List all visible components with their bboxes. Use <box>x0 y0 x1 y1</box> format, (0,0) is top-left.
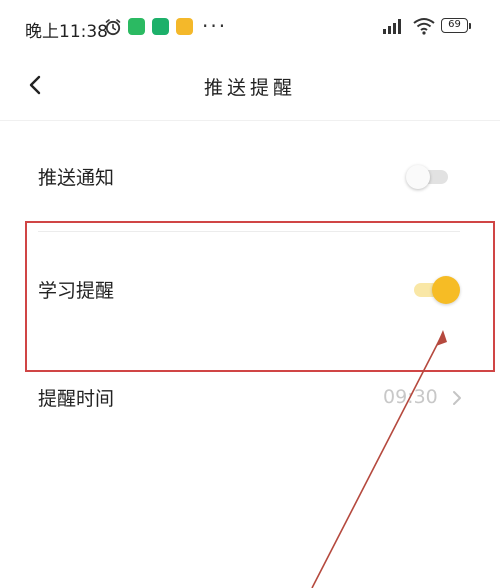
status-time: 晚上11:38 <box>25 22 108 42</box>
note-app-icon <box>176 18 193 35</box>
toggle-knob <box>406 165 430 189</box>
signal-icon <box>383 19 401 34</box>
study-reminder-label: 学习提醒 <box>38 280 115 302</box>
overflow-dots: ··· <box>202 14 228 38</box>
status-bar: 晚上11:38 ··· 69 <box>0 0 500 56</box>
page-title: 推送提醒 <box>203 77 296 99</box>
alarm-icon <box>105 19 121 36</box>
reminder-time-value[interactable]: 09:30 <box>383 386 438 408</box>
ring-app-icon <box>152 18 169 35</box>
wechat-icon <box>128 18 145 35</box>
toggle-knob <box>432 276 460 304</box>
reminder-time-label: 提醒时间 <box>38 388 115 410</box>
battery-cap <box>469 23 471 29</box>
row-divider <box>38 231 460 232</box>
wifi-icon <box>413 18 435 35</box>
battery-icon: 69 <box>441 18 468 33</box>
header: 推送提醒 <box>0 56 500 116</box>
chevron-right-icon[interactable] <box>451 389 463 407</box>
push-notification-toggle[interactable] <box>406 165 448 189</box>
study-reminder-toggle[interactable] <box>414 276 460 304</box>
battery-level: 69 <box>448 19 461 30</box>
push-notification-label: 推送通知 <box>38 167 115 189</box>
header-divider <box>0 120 500 121</box>
